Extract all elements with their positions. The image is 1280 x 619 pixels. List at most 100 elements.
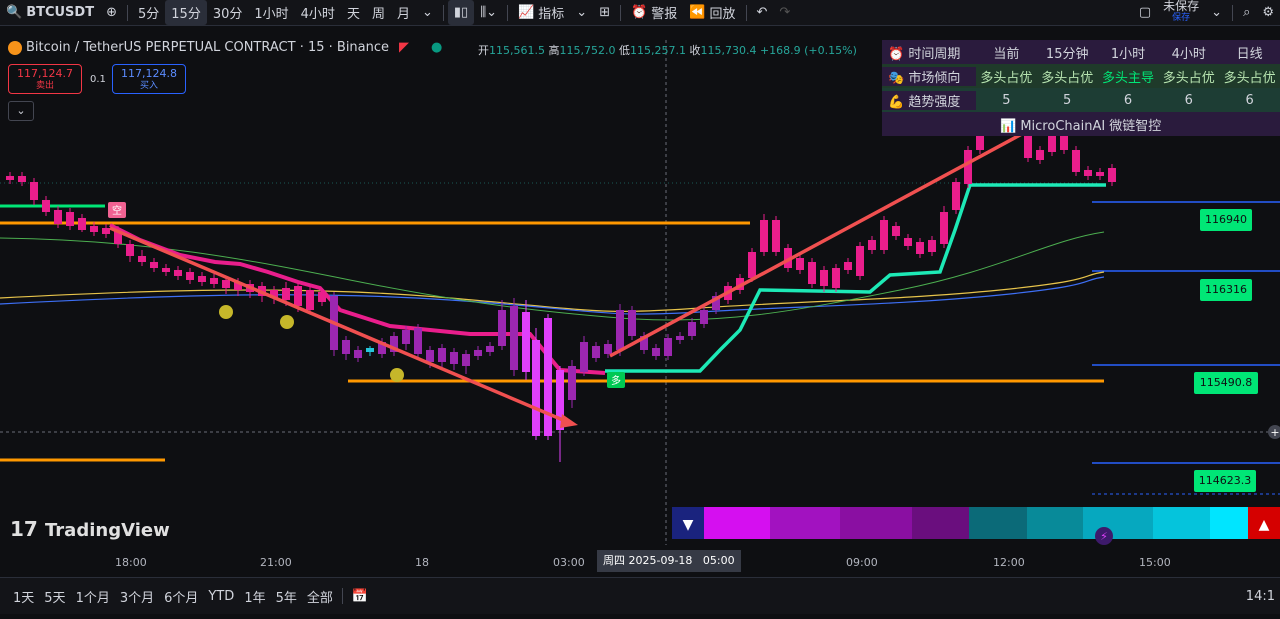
signal-dot xyxy=(280,315,294,329)
trend-cell: 多头占优 xyxy=(1041,70,1094,86)
candle-body xyxy=(210,278,218,284)
buy-label: 买入 xyxy=(139,81,158,91)
range-6m[interactable]: 6个月 xyxy=(159,587,203,606)
save-dropdown[interactable]: ⌄ xyxy=(1205,0,1228,25)
chevron-down-icon: ⌄ xyxy=(1211,5,1223,20)
candle-body xyxy=(748,252,756,278)
open-label: 开 xyxy=(478,44,489,57)
layout-button[interactable]: ▢ xyxy=(1133,0,1157,25)
chevron-down-icon: ⌄ xyxy=(421,5,433,20)
strip-cell xyxy=(1210,507,1248,539)
candle-body xyxy=(102,228,110,234)
range-5d[interactable]: 5天 xyxy=(39,587,70,606)
trend-row-label: 🎭 市场倾向 xyxy=(882,66,976,86)
symbol-title[interactable]: Bitcoin / TetherUS PERPETUAL CONTRACT · … xyxy=(26,40,389,55)
strip-cell xyxy=(704,507,770,539)
redo-button[interactable]: ↷ xyxy=(773,0,796,25)
clock-readout: 14:1 xyxy=(1245,588,1275,604)
low-label: 低 xyxy=(618,44,630,57)
candlestick-icon: ▮▯ xyxy=(453,5,469,20)
range-1d[interactable]: 1天 xyxy=(8,587,39,606)
interval-1d[interactable]: 天 xyxy=(341,0,366,25)
interval-1h[interactable]: 1小时 xyxy=(248,0,294,25)
candle-body xyxy=(66,212,74,226)
chart-type-button[interactable]: ⫼⌄ xyxy=(474,0,503,25)
quick-search-button[interactable]: ⌕ xyxy=(1237,0,1256,25)
strength-row-label: 💪 趋势强度 xyxy=(882,90,976,110)
x-axis-label: 12:00 xyxy=(993,556,1025,569)
candle-body xyxy=(952,182,960,210)
x-axis-label: 18:00 xyxy=(115,556,147,569)
goto-date-button[interactable]: 📅 xyxy=(347,589,373,604)
chevron-down-icon: ⌄ xyxy=(576,5,588,20)
candle-body xyxy=(580,342,588,372)
price-label-116940: 116940 xyxy=(1200,209,1252,231)
trend-cell: 多头占优 xyxy=(980,70,1033,86)
undo-button[interactable]: ↶ xyxy=(751,0,774,25)
candle-body xyxy=(592,346,600,358)
sell-button[interactable]: 117,124.7 卖出 xyxy=(8,64,82,94)
templates-button[interactable]: ⊞ xyxy=(593,0,616,25)
interval-30m[interactable]: 30分 xyxy=(207,0,249,25)
candle-body xyxy=(904,238,912,246)
indicators-button[interactable]: 📈 指标 ⌄ xyxy=(512,0,593,25)
strip-cell xyxy=(1027,507,1083,539)
candle-body xyxy=(916,242,924,254)
range-all[interactable]: 全部 xyxy=(302,587,338,606)
strength-cell: 5 xyxy=(1063,92,1072,108)
table-header-cell: 日线 xyxy=(1236,46,1263,62)
candle-body xyxy=(772,220,780,252)
candle-body xyxy=(486,346,494,352)
interval-15m[interactable]: 15分 xyxy=(165,0,207,25)
grid-icon: ⊞ xyxy=(599,5,611,20)
candle-body xyxy=(150,262,158,268)
strip-cell xyxy=(1153,507,1210,539)
candle-body xyxy=(498,310,506,346)
uptrend-arrow xyxy=(609,98,1086,358)
candle-body xyxy=(628,310,636,336)
divider xyxy=(620,4,622,21)
interval-5m[interactable]: 5分 xyxy=(132,0,165,25)
compare-button[interactable]: ⊕ xyxy=(100,0,123,25)
candle-body xyxy=(1108,168,1116,182)
strip-cell xyxy=(912,507,969,539)
change-value: +168.9 (+0.15%) xyxy=(759,44,857,57)
candle-type-button[interactable]: ▮▯ xyxy=(447,0,475,25)
range-ytd[interactable]: YTD xyxy=(203,589,239,604)
candle-body xyxy=(820,270,828,286)
settings-button[interactable]: ⚙ xyxy=(1256,0,1280,25)
table-header-cell: ⏰ 时间周期 xyxy=(888,46,961,62)
alarm-clock-icon: ⏰ xyxy=(888,46,905,62)
brand-row: 📊 MicroChainAI 微链智控 xyxy=(882,112,1280,136)
gear-icon: ⚙ xyxy=(1262,5,1274,20)
candle-body xyxy=(544,318,552,436)
buy-button[interactable]: 117,124.8 买入 xyxy=(112,64,186,94)
interval-1w[interactable]: 周 xyxy=(366,0,391,25)
alert-button[interactable]: ⏰ 警报 xyxy=(625,0,683,25)
open-value: 115,561.5 xyxy=(489,44,545,57)
candle-body xyxy=(868,240,876,250)
range-5y[interactable]: 5年 xyxy=(271,587,302,606)
range-1m[interactable]: 1个月 xyxy=(71,587,115,606)
collapse-legend-button[interactable]: ⌄ xyxy=(8,101,34,121)
candle-body xyxy=(688,322,696,336)
rewind-icon: ⏪ xyxy=(689,5,706,20)
candle-body xyxy=(928,240,936,252)
buy-price: 117,124.8 xyxy=(121,67,177,80)
candle-body xyxy=(940,212,948,244)
low-value: 115,257.1 xyxy=(629,44,686,57)
symbol-search[interactable]: 🔍 BTCUSDT xyxy=(0,0,100,25)
high-label: 高 xyxy=(548,44,560,57)
candle-body xyxy=(568,366,576,400)
interval-1mo[interactable]: 月 xyxy=(391,0,416,25)
interval-dropdown[interactable]: ⌄ xyxy=(416,0,439,25)
interval-4h[interactable]: 4小时 xyxy=(295,0,341,25)
range-1y[interactable]: 1年 xyxy=(239,587,270,606)
candle-body xyxy=(354,350,362,358)
alert-label: 警报 xyxy=(651,7,678,22)
save-button[interactable]: 未保存 保存 xyxy=(1157,0,1205,25)
candle-body xyxy=(366,348,374,352)
replay-button[interactable]: ⏪ 回放 xyxy=(683,0,741,25)
candle-body xyxy=(652,348,660,356)
range-3m[interactable]: 3个月 xyxy=(115,587,159,606)
